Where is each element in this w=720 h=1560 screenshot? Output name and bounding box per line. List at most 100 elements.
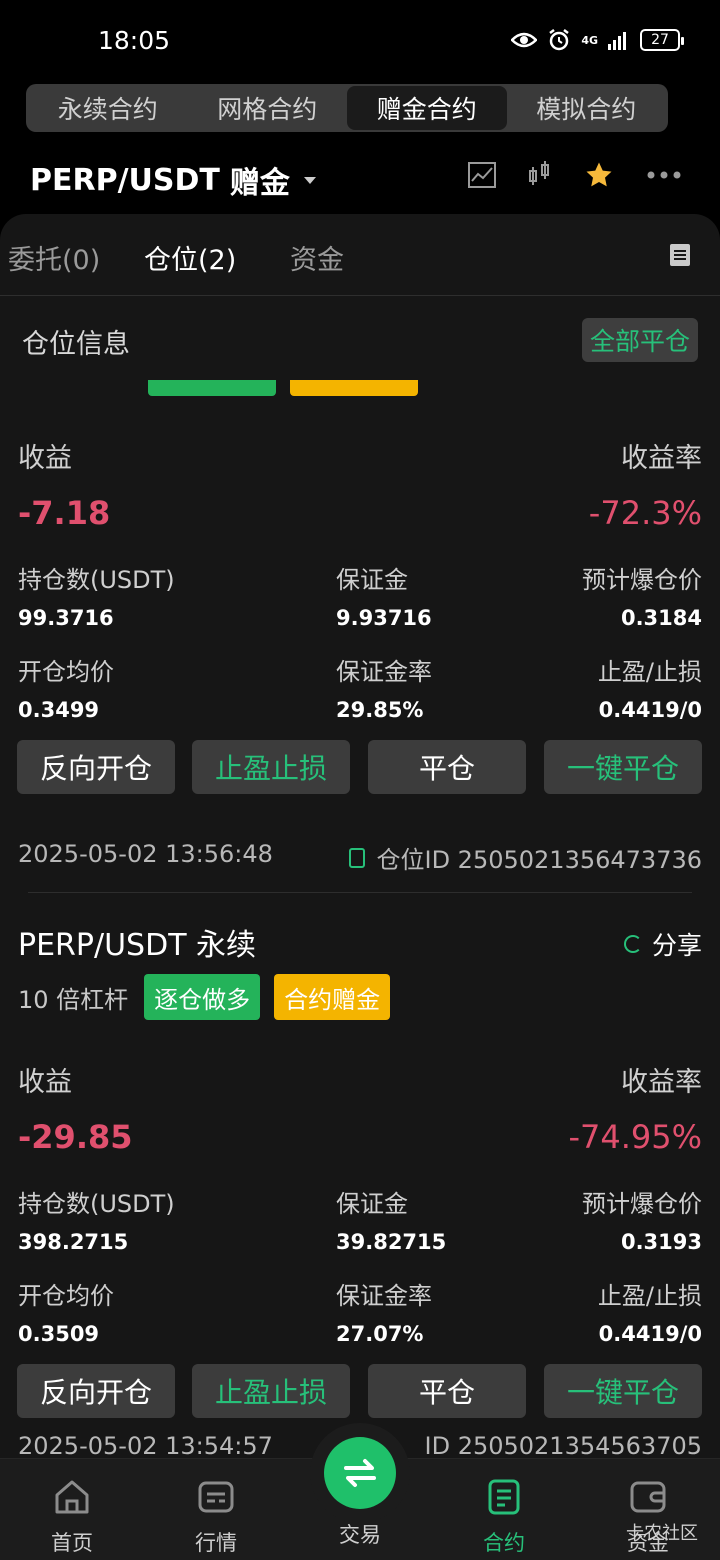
nav-home[interactable]: 首页 xyxy=(22,1477,122,1557)
contract-icon xyxy=(488,1479,520,1515)
home-icon xyxy=(55,1480,89,1514)
network-label: 4G xyxy=(581,33,598,47)
pnl-rate-value: -72.3% xyxy=(588,494,702,532)
position-time: 2025-05-02 13:56:48 xyxy=(18,840,273,868)
order-tabs: 委托(0) 仓位(2) 资金 xyxy=(0,214,720,296)
share-icon xyxy=(623,935,642,953)
close-all-button[interactable]: 全部平仓 xyxy=(581,318,698,362)
position-time: 2025-05-02 13:54:57 xyxy=(18,1432,273,1460)
nav-trade[interactable]: 交易 xyxy=(310,1519,410,1549)
tp-sl-button[interactable]: 止盈止损 xyxy=(192,1364,350,1418)
nav-market[interactable]: 行情 xyxy=(166,1477,266,1557)
pnl-rate-value: -74.95% xyxy=(568,1118,702,1156)
card-symbol: PERP/USDT 永续 xyxy=(18,928,257,963)
symbol-pair: PERP/USDT xyxy=(30,162,220,198)
leverage-label: 10 倍杠杆 xyxy=(18,985,129,1014)
position-size-value: 398.2715 xyxy=(18,1230,129,1254)
swap-icon xyxy=(344,1459,376,1487)
eye-icon xyxy=(511,32,538,48)
margin-label: 保证金 xyxy=(336,1190,408,1218)
wallet-icon xyxy=(630,1481,666,1513)
position-id[interactable]: ID 2505021354563705 xyxy=(425,1432,703,1460)
share-button[interactable]: 分享 xyxy=(623,926,702,962)
position-id-text: ID 2505021354563705 xyxy=(424,1432,703,1460)
close-position-button[interactable]: 平仓 xyxy=(368,740,526,794)
copy-icon xyxy=(348,847,365,868)
trade-button[interactable] xyxy=(324,1437,396,1509)
pnl-label: 收益 xyxy=(18,443,72,474)
position-id-text: 仓位ID 2505021356473736 xyxy=(376,846,703,874)
margin-rate-label: 保证金率 xyxy=(336,1282,432,1310)
margin-value: 39.82715 xyxy=(336,1230,447,1254)
tab-positions[interactable]: 仓位(2) xyxy=(144,238,236,277)
entry-price-value: 0.3499 xyxy=(18,698,100,722)
candlestick-icon[interactable] xyxy=(528,161,552,189)
contract-type-tabs: 永续合约 网格合约 赠金合约 模拟合约 xyxy=(26,84,668,132)
tab-demo[interactable]: 模拟合约 xyxy=(507,86,667,130)
section-title: 仓位信息 xyxy=(22,329,130,360)
star-icon[interactable] xyxy=(584,160,614,190)
liq-price-label: 预计爆仓价 xyxy=(582,1190,702,1218)
tp-sl-label: 止盈/止损 xyxy=(597,658,702,686)
tab-bonus[interactable]: 赠金合约 xyxy=(347,86,507,130)
position-tags: 10 倍杠杆 逐仓做多 合约赠金 xyxy=(18,974,391,1020)
tp-sl-button[interactable]: 止盈止损 xyxy=(192,740,350,794)
type-badge: 合约赠金 xyxy=(274,974,391,1020)
tp-sl-value: 0.4419/0 xyxy=(598,1322,702,1346)
positions-list[interactable]: 收益 收益率 -7.18 -72.3% 持仓数(USDT) 保证金 预计爆仓价 … xyxy=(0,380,720,1460)
margin-rate-value: 27.07% xyxy=(336,1322,424,1346)
entry-price-value: 0.3509 xyxy=(18,1322,100,1346)
status-time: 18:05 xyxy=(98,26,171,55)
tp-sl-value: 0.4419/0 xyxy=(598,698,702,722)
position-size-label: 持仓数(USDT) xyxy=(18,1190,175,1218)
market-icon xyxy=(198,1481,234,1513)
tp-sl-label: 止盈/止损 xyxy=(597,1282,702,1310)
pnl-value: -29.85 xyxy=(18,1118,133,1156)
liq-price-value: 0.3193 xyxy=(620,1230,702,1254)
nav-label: 首页 xyxy=(51,1531,93,1555)
position-card: PERP/USDT 永续 分享 10 倍杠杆 逐仓做多 合约赠金 收益 收益率 … xyxy=(0,910,720,1460)
more-icon[interactable] xyxy=(646,170,682,180)
reverse-open-button[interactable]: 反向开仓 xyxy=(17,1364,175,1418)
reverse-open-button[interactable]: 反向开仓 xyxy=(17,740,175,794)
margin-value: 9.93716 xyxy=(336,606,432,630)
symbol-selector[interactable]: PERP/USDT 赠金 xyxy=(30,158,316,202)
nav-label: 合约 xyxy=(483,1531,525,1555)
line-chart-icon[interactable] xyxy=(468,162,496,188)
tab-perpetual[interactable]: 永续合约 xyxy=(28,86,188,130)
side-badge: 逐仓做多 xyxy=(144,974,261,1020)
alarm-icon xyxy=(549,29,570,51)
nav-label: 交易 xyxy=(339,1523,381,1547)
margin-rate-label: 保证金率 xyxy=(336,658,432,686)
position-size-value: 99.3716 xyxy=(18,606,114,630)
one-click-close-button[interactable]: 一键平仓 xyxy=(544,1364,702,1418)
signal-icon xyxy=(608,32,626,50)
watermark: 卡农社区 xyxy=(626,1523,698,1544)
margin-rate-value: 29.85% xyxy=(336,698,424,722)
close-position-button[interactable]: 平仓 xyxy=(368,1364,526,1418)
nav-contract[interactable]: 合约 xyxy=(454,1477,554,1557)
symbol-mode: 赠金 xyxy=(229,166,290,201)
entry-price-label: 开仓均价 xyxy=(18,1282,114,1310)
trade-bubble xyxy=(310,1423,410,1523)
margin-label: 保证金 xyxy=(336,566,408,594)
positions-panel: 委托(0) 仓位(2) 资金 仓位信息 全部平仓 收益 收益率 -7.18 -7… xyxy=(0,214,720,1560)
nav-assets[interactable]: 资金 xyxy=(598,1477,698,1557)
divider xyxy=(28,892,692,893)
tab-orders[interactable]: 委托(0) xyxy=(8,238,100,277)
one-click-close-button[interactable]: 一键平仓 xyxy=(544,740,702,794)
pnl-value: -7.18 xyxy=(18,494,111,532)
status-bar: 18:05 4G 27 xyxy=(0,0,720,80)
pnl-rate-label: 收益率 xyxy=(621,1067,702,1098)
symbol-header: PERP/USDT 赠金 xyxy=(0,150,720,206)
tab-grid[interactable]: 网格合约 xyxy=(188,86,348,130)
tab-funds[interactable]: 资金 xyxy=(290,238,344,277)
liq-price-label: 预计爆仓价 xyxy=(582,566,702,594)
header-actions xyxy=(468,160,682,190)
pnl-rate-label: 收益率 xyxy=(621,443,702,474)
list-icon[interactable] xyxy=(670,244,690,266)
pnl-label: 收益 xyxy=(18,1067,72,1098)
position-id[interactable]: 仓位ID 2505021356473736 xyxy=(348,840,703,875)
liq-price-value: 0.3184 xyxy=(620,606,702,630)
share-label: 分享 xyxy=(651,931,702,960)
